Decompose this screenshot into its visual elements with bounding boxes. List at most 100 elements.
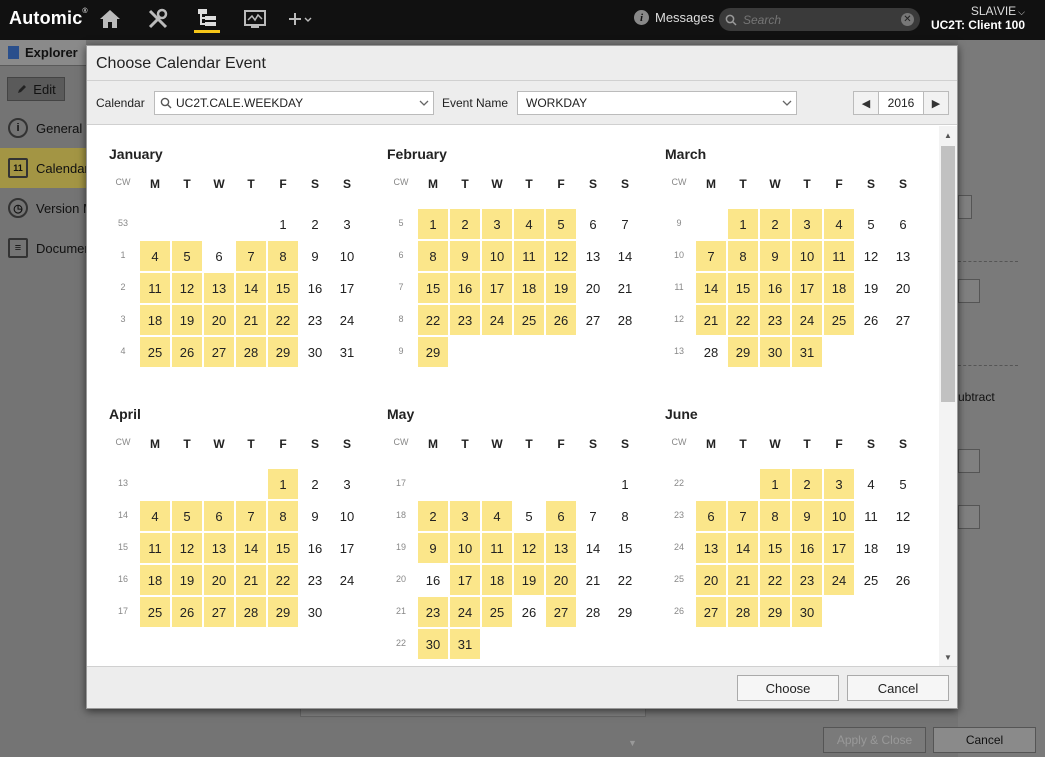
calendar-day-workday[interactable]: 30: [418, 629, 448, 659]
calendar-day-workday[interactable]: 16: [450, 273, 480, 303]
chevron-down-icon[interactable]: [778, 100, 796, 106]
year-value[interactable]: 2016: [878, 92, 924, 114]
monitor-icon[interactable]: [242, 5, 268, 33]
calendar-day[interactable]: 6: [888, 209, 918, 239]
calendar-day-workday[interactable]: 13: [696, 533, 726, 563]
calendar-day-workday[interactable]: 22: [268, 305, 298, 335]
calendar-day-workday[interactable]: 15: [268, 273, 298, 303]
calendar-day-workday[interactable]: 15: [418, 273, 448, 303]
calendar-day[interactable]: 2: [300, 209, 330, 239]
calendar-day-workday[interactable]: 8: [418, 241, 448, 271]
calendar-day[interactable]: 21: [610, 273, 640, 303]
sidebar-item-general[interactable]: i General: [0, 108, 86, 148]
calendar-day[interactable]: 16: [418, 565, 448, 595]
home-icon[interactable]: [97, 5, 123, 33]
calendar-day-workday[interactable]: 15: [760, 533, 790, 563]
calendar-day[interactable]: 1: [610, 469, 640, 499]
calendar-day-workday[interactable]: 14: [236, 533, 266, 563]
calendar-day-workday[interactable]: 4: [824, 209, 854, 239]
calendar-day-workday[interactable]: 23: [792, 565, 822, 595]
calendar-day[interactable]: 17: [332, 533, 362, 563]
event-name-combobox[interactable]: WORKDAY: [517, 91, 797, 115]
calendar-day-workday[interactable]: 4: [140, 501, 170, 531]
calendar-day-workday[interactable]: 26: [172, 597, 202, 627]
sidebar-item-calendar[interactable]: 11 Calendar: [0, 148, 86, 188]
calendar-day[interactable]: 11: [856, 501, 886, 531]
cancel-button[interactable]: Cancel: [847, 675, 949, 701]
previous-year-icon[interactable]: ◀: [854, 92, 878, 114]
messages-link[interactable]: i Messages: [634, 10, 714, 25]
calendar-day[interactable]: 10: [332, 501, 362, 531]
calendar-day[interactable]: 26: [856, 305, 886, 335]
calendar-day[interactable]: 28: [696, 337, 726, 367]
calendar-combobox[interactable]: UC2T.CALE.WEEKDAY: [154, 91, 434, 115]
calendar-day-workday[interactable]: 25: [140, 337, 170, 367]
calendar-day[interactable]: 24: [332, 565, 362, 595]
calendar-day-workday[interactable]: 12: [172, 273, 202, 303]
calendar-day-workday[interactable]: 19: [172, 565, 202, 595]
calendar-day-workday[interactable]: 17: [450, 565, 480, 595]
calendar-day-workday[interactable]: 11: [824, 241, 854, 271]
calendar-day-workday[interactable]: 9: [792, 501, 822, 531]
background-cancel-button[interactable]: Cancel: [933, 727, 1036, 753]
calendar-day-workday[interactable]: 28: [236, 597, 266, 627]
calendar-day[interactable]: 5: [514, 501, 544, 531]
calendar-day-workday[interactable]: 2: [418, 501, 448, 531]
calendar-day-workday[interactable]: 25: [482, 597, 512, 627]
calendar-day-workday[interactable]: 25: [824, 305, 854, 335]
calendar-day[interactable]: 28: [610, 305, 640, 335]
calendar-day[interactable]: 14: [610, 241, 640, 271]
sidebar-item-version-management[interactable]: ◷ Version Management: [0, 188, 86, 228]
calendar-day[interactable]: 24: [332, 305, 362, 335]
calendar-day-workday[interactable]: 21: [728, 565, 758, 595]
calendar-day[interactable]: 12: [856, 241, 886, 271]
calendar-day[interactable]: 26: [514, 597, 544, 627]
calendar-day[interactable]: 13: [578, 241, 608, 271]
calendar-day-workday[interactable]: 2: [792, 469, 822, 499]
calendar-day-workday[interactable]: 23: [450, 305, 480, 335]
calendar-day-workday[interactable]: 27: [204, 597, 234, 627]
calendar-day-workday[interactable]: 19: [546, 273, 576, 303]
calendar-day[interactable]: 30: [300, 337, 330, 367]
calendar-day[interactable]: 7: [578, 501, 608, 531]
calendar-day-workday[interactable]: 15: [268, 533, 298, 563]
calendar-day-workday[interactable]: 10: [450, 533, 480, 563]
calendar-day[interactable]: 20: [578, 273, 608, 303]
calendar-day-workday[interactable]: 4: [482, 501, 512, 531]
calendar-day[interactable]: 2: [300, 469, 330, 499]
calendar-day[interactable]: 19: [888, 533, 918, 563]
plus-icon[interactable]: [288, 5, 314, 33]
scroll-up-icon[interactable]: ▲: [939, 128, 957, 142]
calendar-day-workday[interactable]: 1: [268, 469, 298, 499]
calendar-day-workday[interactable]: 22: [418, 305, 448, 335]
calendar-day-workday[interactable]: 5: [172, 241, 202, 271]
calendar-day[interactable]: 6: [204, 241, 234, 271]
calendar-day-workday[interactable]: 31: [792, 337, 822, 367]
calendar-day[interactable]: 27: [578, 305, 608, 335]
search-input[interactable]: [737, 11, 901, 28]
calendar-day-workday[interactable]: 8: [760, 501, 790, 531]
calendar-day-workday[interactable]: 11: [140, 273, 170, 303]
calendar-day[interactable]: 27: [888, 305, 918, 335]
tools-icon[interactable]: [145, 5, 171, 33]
calendar-day-workday[interactable]: 11: [482, 533, 512, 563]
calendar-day-workday[interactable]: 8: [728, 241, 758, 271]
calendar-day[interactable]: 20: [888, 273, 918, 303]
calendar-day-workday[interactable]: 21: [236, 565, 266, 595]
clear-search-icon[interactable]: ✕: [901, 13, 914, 26]
calendar-day-workday[interactable]: 12: [172, 533, 202, 563]
calendar-day-workday[interactable]: 29: [268, 337, 298, 367]
hierarchy-icon[interactable]: [194, 5, 220, 33]
calendar-day[interactable]: 21: [578, 565, 608, 595]
calendar-day-workday[interactable]: 1: [728, 209, 758, 239]
calendar-day-workday[interactable]: 18: [824, 273, 854, 303]
calendar-day-workday[interactable]: 17: [824, 533, 854, 563]
calendar-day[interactable]: 30: [300, 597, 330, 627]
calendar-day-workday[interactable]: 20: [696, 565, 726, 595]
calendar-day-workday[interactable]: 27: [546, 597, 576, 627]
calendar-day[interactable]: 31: [332, 337, 362, 367]
calendar-day-workday[interactable]: 3: [482, 209, 512, 239]
calendar-day-workday[interactable]: 3: [824, 469, 854, 499]
calendar-day-workday[interactable]: 1: [418, 209, 448, 239]
calendar-day-workday[interactable]: 4: [514, 209, 544, 239]
